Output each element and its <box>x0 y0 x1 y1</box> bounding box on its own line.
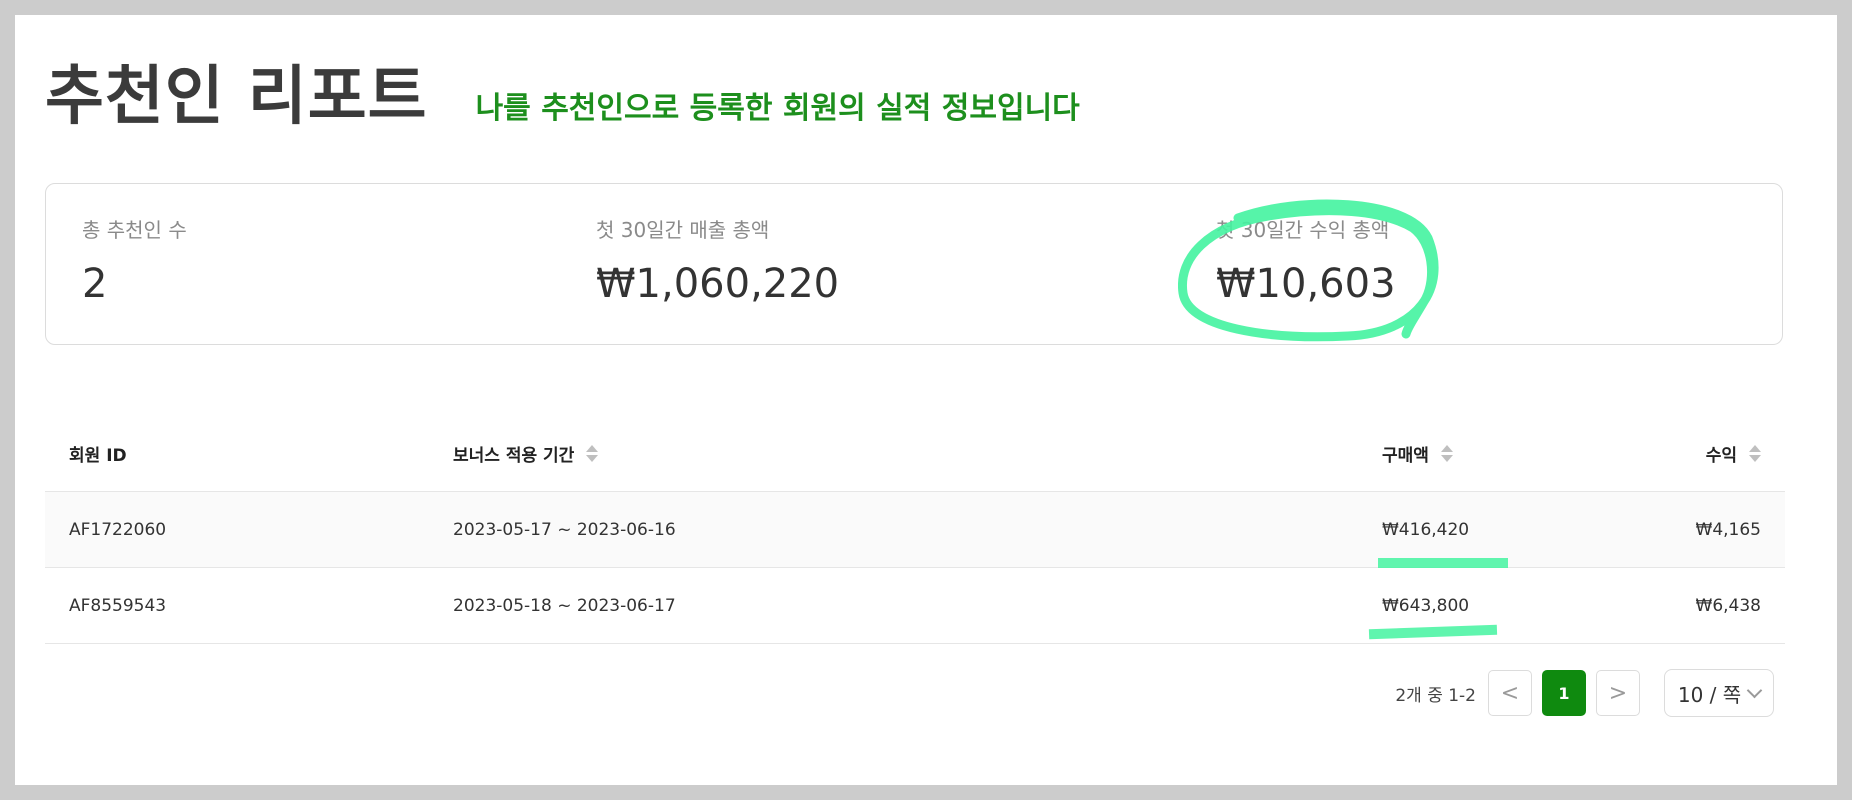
stat-total-sales: 첫 30일간 매출 총액 ₩1,060,220 <box>596 214 839 307</box>
page-1-button[interactable]: 1 <box>1542 670 1586 716</box>
stat-value: ₩1,060,220 <box>596 261 840 307</box>
column-header-purchase[interactable]: 구매액 <box>1382 415 1453 491</box>
table-header-row: 회원 ID 보너스 적용 기간 구매액 수익 <box>45 415 1785 492</box>
column-header-member-id: 회원 ID <box>69 445 127 466</box>
stat-label: 총 추천인 수 <box>82 218 187 242</box>
cell-member-id: AF1722060 <box>69 519 167 540</box>
page-title: 추천인 리포트 <box>45 60 428 134</box>
table-row: AF8559543 2023-05-18 ~ 2023-06-17 ₩643,8… <box>45 568 1785 644</box>
chevron-left-icon: < <box>1500 680 1520 706</box>
referral-table: 회원 ID 보너스 적용 기간 구매액 수익 AF1722060 2023-05… <box>45 415 1785 644</box>
stat-label: 첫 30일간 매출 총액 <box>596 218 770 242</box>
stat-value: ₩10,603 <box>1216 261 1396 307</box>
chevron-right-icon: > <box>1608 680 1628 706</box>
page-subtitle: 나를 추천인으로 등록한 회원의 실적 정보입니다 <box>475 91 1080 126</box>
column-header-profit[interactable]: 수익 <box>1706 415 1761 491</box>
page-frame: 추천인 리포트 나를 추천인으로 등록한 회원의 실적 정보입니다 총 추천인 … <box>15 15 1837 785</box>
column-header-bonus-period[interactable]: 보너스 적용 기간 <box>453 415 599 491</box>
page-size-value: 10 / 쪽 <box>1677 682 1742 707</box>
sort-icon[interactable] <box>586 444 599 462</box>
stat-total-referrals: 총 추천인 수 2 <box>82 214 187 307</box>
stat-total-profit: 첫 30일간 수익 총액 ₩10,603 <box>1216 214 1396 307</box>
page-size-select[interactable]: 10 / 쪽 <box>1664 669 1774 717</box>
page-header: 추천인 리포트 나를 추천인으로 등록한 회원의 실적 정보입니다 <box>45 45 1080 137</box>
cell-bonus-period: 2023-05-17 ~ 2023-06-16 <box>453 519 676 540</box>
table-row: AF1722060 2023-05-17 ~ 2023-06-16 ₩416,4… <box>45 492 1785 568</box>
cell-member-id: AF8559543 <box>69 595 167 616</box>
sort-icon[interactable] <box>1440 444 1453 462</box>
chevron-down-icon <box>1746 682 1763 698</box>
cell-profit: ₩4,165 <box>1695 519 1761 540</box>
stat-value: 2 <box>82 261 108 307</box>
stats-card: 총 추천인 수 2 첫 30일간 매출 총액 ₩1,060,220 첫 30일간… <box>45 183 1783 345</box>
stat-label: 첫 30일간 수익 총액 <box>1216 218 1390 242</box>
cell-purchase: ₩416,420 <box>1382 519 1470 540</box>
cell-bonus-period: 2023-05-18 ~ 2023-06-17 <box>453 595 676 616</box>
annotation-underline <box>1378 558 1508 568</box>
next-page-button[interactable]: > <box>1596 670 1640 716</box>
prev-page-button[interactable]: < <box>1488 670 1532 716</box>
sort-icon[interactable] <box>1749 444 1761 462</box>
cell-profit: ₩6,438 <box>1695 595 1761 616</box>
pagination: 2개 중 1-2 < 1 > 10 / 쪽 <box>1395 669 1774 717</box>
pagination-total: 2개 중 1-2 <box>1395 685 1476 706</box>
